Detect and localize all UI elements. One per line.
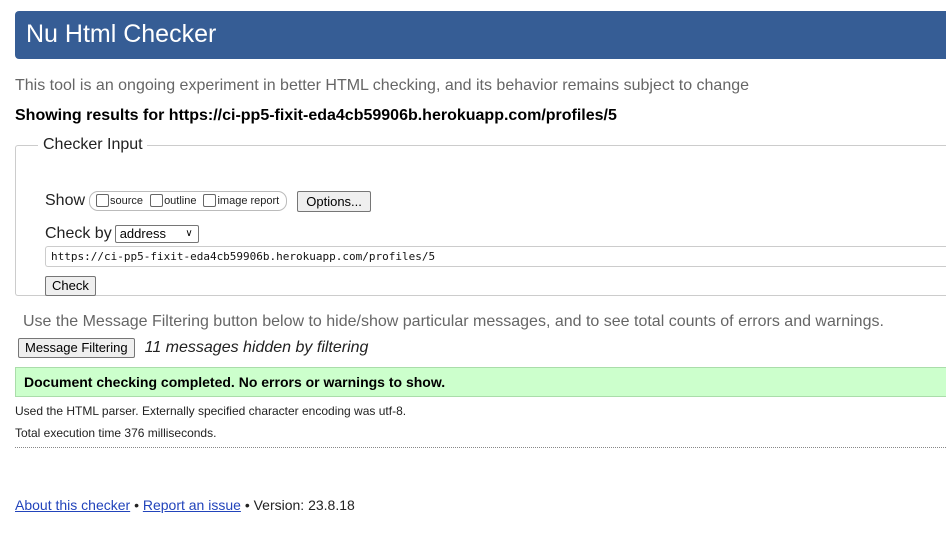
check-by-row: Check by address ∨ [45, 224, 199, 244]
page-title: Nu Html Checker [26, 20, 217, 48]
tagline: This tool is an ongoing experiment in be… [15, 77, 750, 94]
source-checkbox-label[interactable]: source [110, 195, 143, 207]
about-link[interactable]: About this checker [15, 497, 130, 513]
hidden-messages-count: 11 messages hidden by filtering [144, 339, 369, 356]
filter-note: Use the Message Filtering button below t… [23, 313, 884, 330]
results-heading: Showing results for https://ci-pp5-fixit… [15, 107, 617, 124]
source-checkbox[interactable] [96, 193, 110, 207]
version-text: Version: 23.8.18 [253, 497, 355, 513]
chevron-down-icon: ∨ [185, 228, 193, 239]
footer: About this checker • Report an issue • V… [15, 497, 355, 513]
show-options-group: source outline image report [89, 191, 288, 211]
outline-checkbox-label[interactable]: outline [164, 195, 196, 207]
parser-info: Used the HTML parser. Externally specifi… [15, 404, 407, 418]
check-by-value: address [119, 226, 166, 241]
page-header: Nu Html Checker [15, 11, 946, 59]
status-message: Document checking completed. No errors o… [15, 367, 946, 397]
footer-separator: • [134, 497, 139, 513]
outline-checkbox[interactable] [150, 193, 164, 207]
image-report-checkbox[interactable] [203, 193, 217, 207]
execution-time: Total execution time 376 milliseconds. [15, 426, 217, 440]
message-filtering-button[interactable]: Message Filtering [18, 338, 135, 358]
footer-separator-2: • [244, 497, 250, 513]
checker-input-legend: Checker Input [43, 136, 143, 153]
options-button[interactable]: Options... [297, 190, 371, 212]
checker-input-panel: Checker Input Show source outline image … [15, 136, 946, 296]
report-issue-link[interactable]: Report an issue [143, 497, 241, 513]
check-by-select[interactable]: address ∨ [114, 225, 199, 243]
filter-row: Message Filtering 11 messages hidden by … [18, 338, 368, 358]
show-row: Show source outline image report Options… [45, 190, 371, 212]
divider [15, 447, 946, 448]
show-label: Show [45, 192, 86, 209]
check-by-label: Check by [45, 225, 112, 242]
url-input[interactable]: https://ci-pp5-fixit-eda4cb59906b.heroku… [45, 246, 946, 267]
image-report-checkbox-label[interactable]: image report [217, 195, 279, 207]
check-button[interactable]: Check [45, 276, 96, 296]
